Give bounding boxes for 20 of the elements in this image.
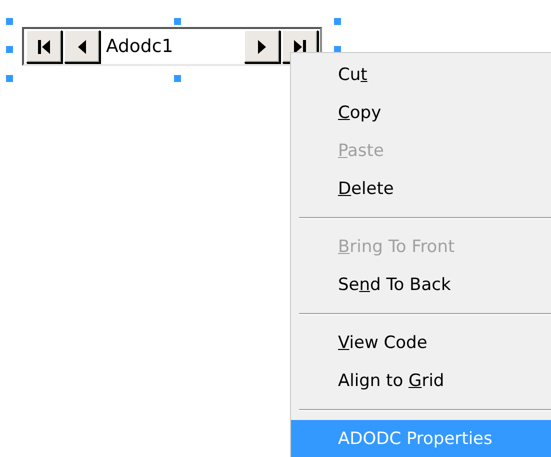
selection-handle[interactable]	[6, 46, 13, 53]
first-record-icon	[37, 38, 51, 54]
next-record-icon	[257, 38, 267, 54]
selection-handle[interactable]	[174, 75, 181, 82]
selection-handle[interactable]	[6, 75, 13, 82]
control-caption: Adodc1	[105, 35, 174, 59]
menu-item[interactable]: Copy	[291, 94, 551, 132]
first-record-button[interactable]	[26, 30, 62, 63]
menu-item[interactable]: Delete	[291, 170, 551, 208]
last-record-icon	[293, 38, 307, 54]
menu-item[interactable]: View Code	[291, 324, 551, 362]
previous-record-button[interactable]	[64, 30, 100, 63]
menu-item[interactable]: Align to Grid	[291, 362, 551, 400]
menu-item[interactable]: Cut	[291, 56, 551, 94]
selection-handle[interactable]	[334, 18, 341, 25]
selection-handle[interactable]	[6, 18, 13, 25]
previous-record-icon	[77, 38, 87, 54]
menu-item[interactable]: Send To Back	[291, 266, 551, 304]
selection-handle[interactable]	[174, 18, 181, 25]
next-record-button[interactable]	[244, 30, 280, 63]
